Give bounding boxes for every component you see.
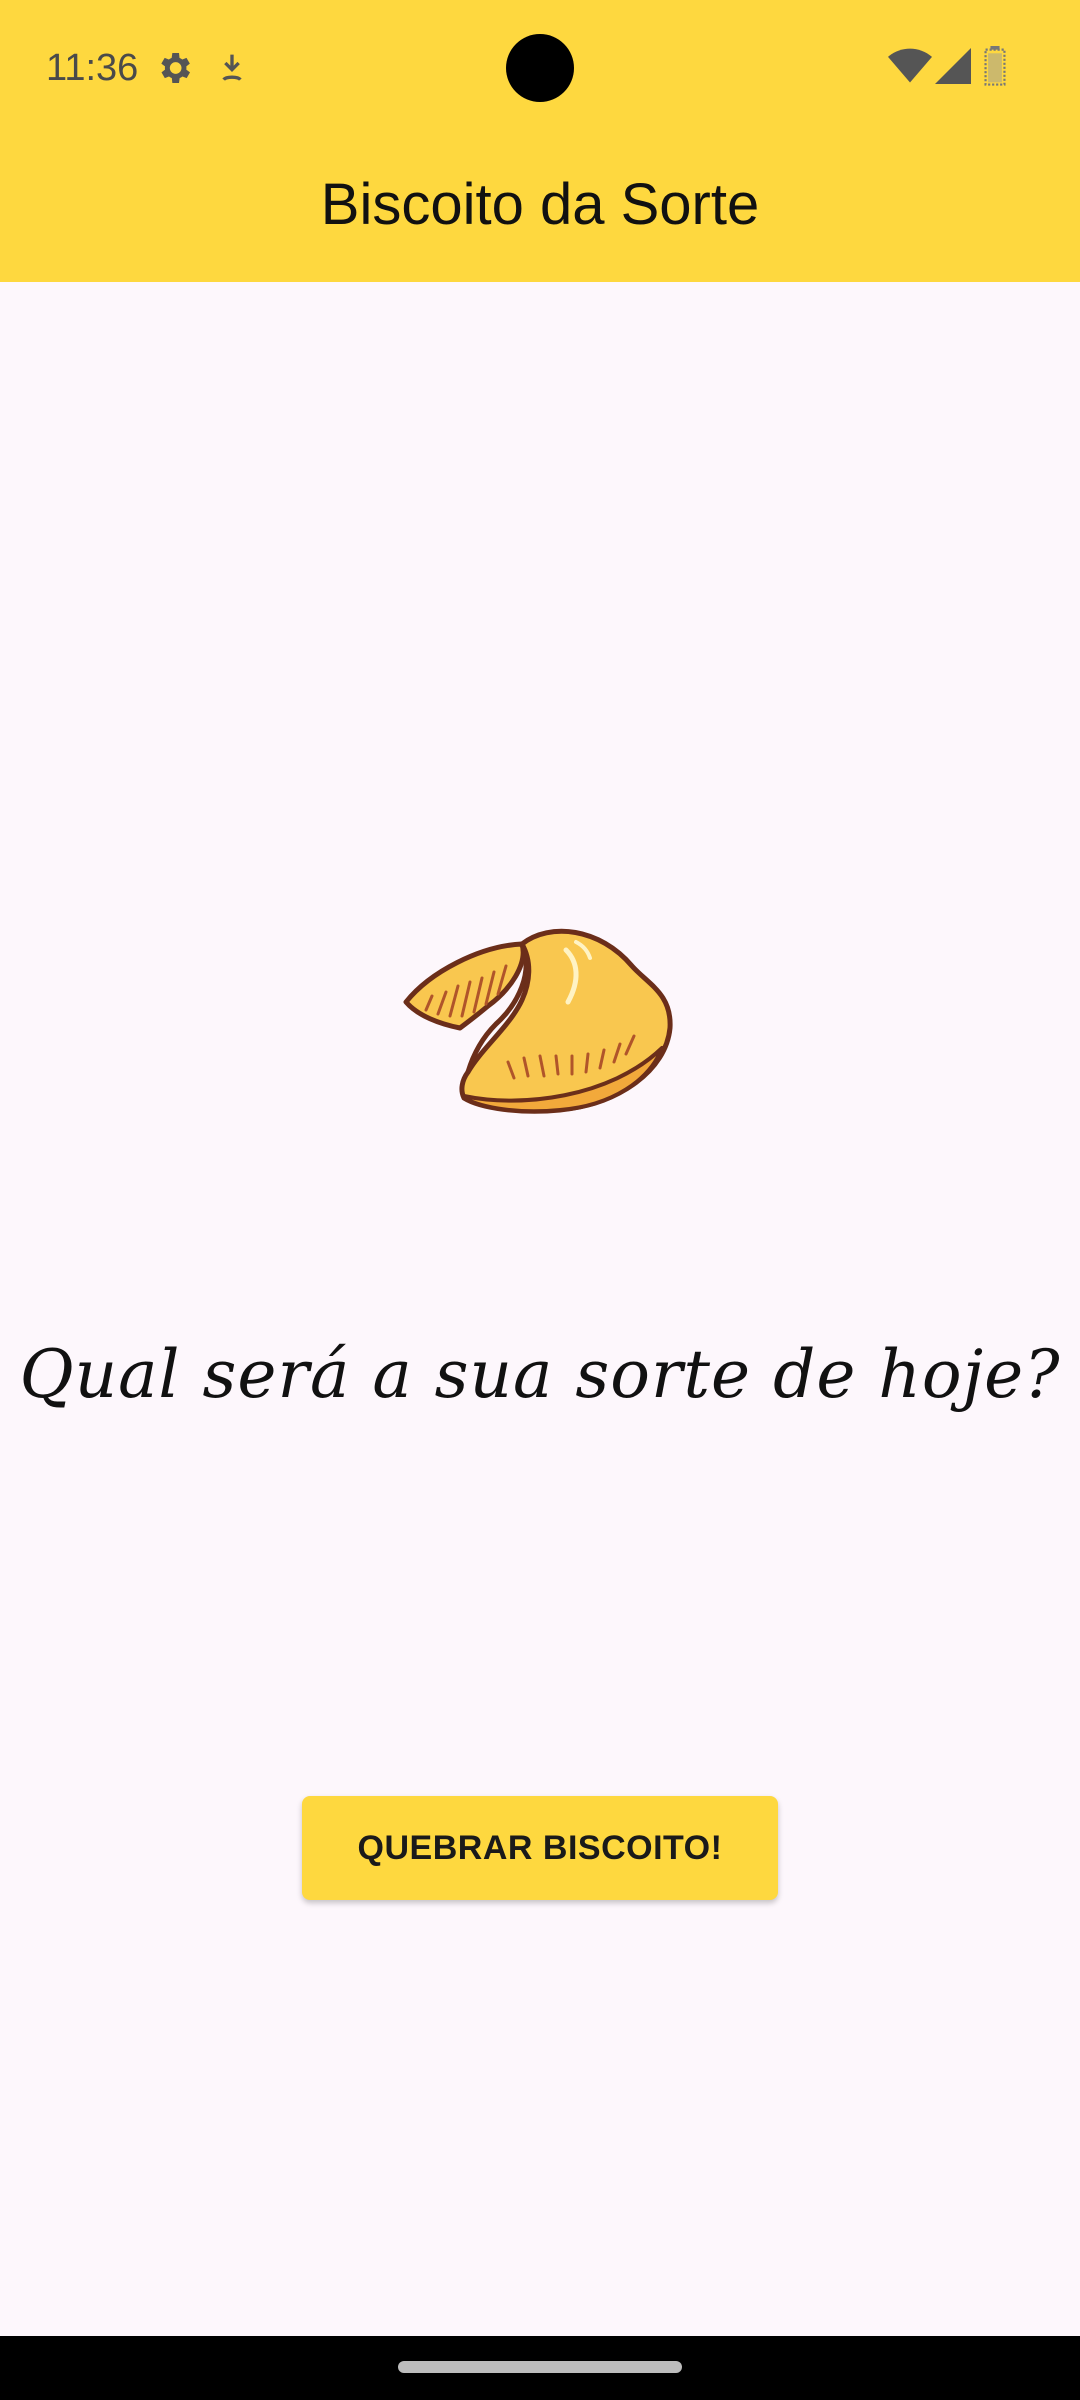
app-screen: 11:36 Biscoito da Sorte Qual será a sua … xyxy=(0,0,1080,2400)
battery-icon xyxy=(984,46,1006,86)
header: 11:36 Biscoito da Sorte xyxy=(0,0,1080,282)
download-indicator-icon xyxy=(222,54,242,81)
camera-cutout xyxy=(506,34,574,102)
status-time: 11:36 xyxy=(46,47,139,89)
fortune-cookie-icon xyxy=(403,928,673,1114)
cell-signal-icon xyxy=(935,48,971,84)
fortune-prompt-text: Qual será a sua sorte de hoje? xyxy=(19,1336,1061,1413)
status-bar: 11:36 xyxy=(0,0,1080,132)
settings-gear-icon xyxy=(161,53,190,83)
home-gesture-handle[interactable] xyxy=(398,2361,682,2373)
app-title: Biscoito da Sorte xyxy=(320,172,760,237)
wifi-icon xyxy=(888,48,932,83)
break-cookie-button[interactable]: QUEBRAR BISCOITO! xyxy=(302,1796,778,1900)
